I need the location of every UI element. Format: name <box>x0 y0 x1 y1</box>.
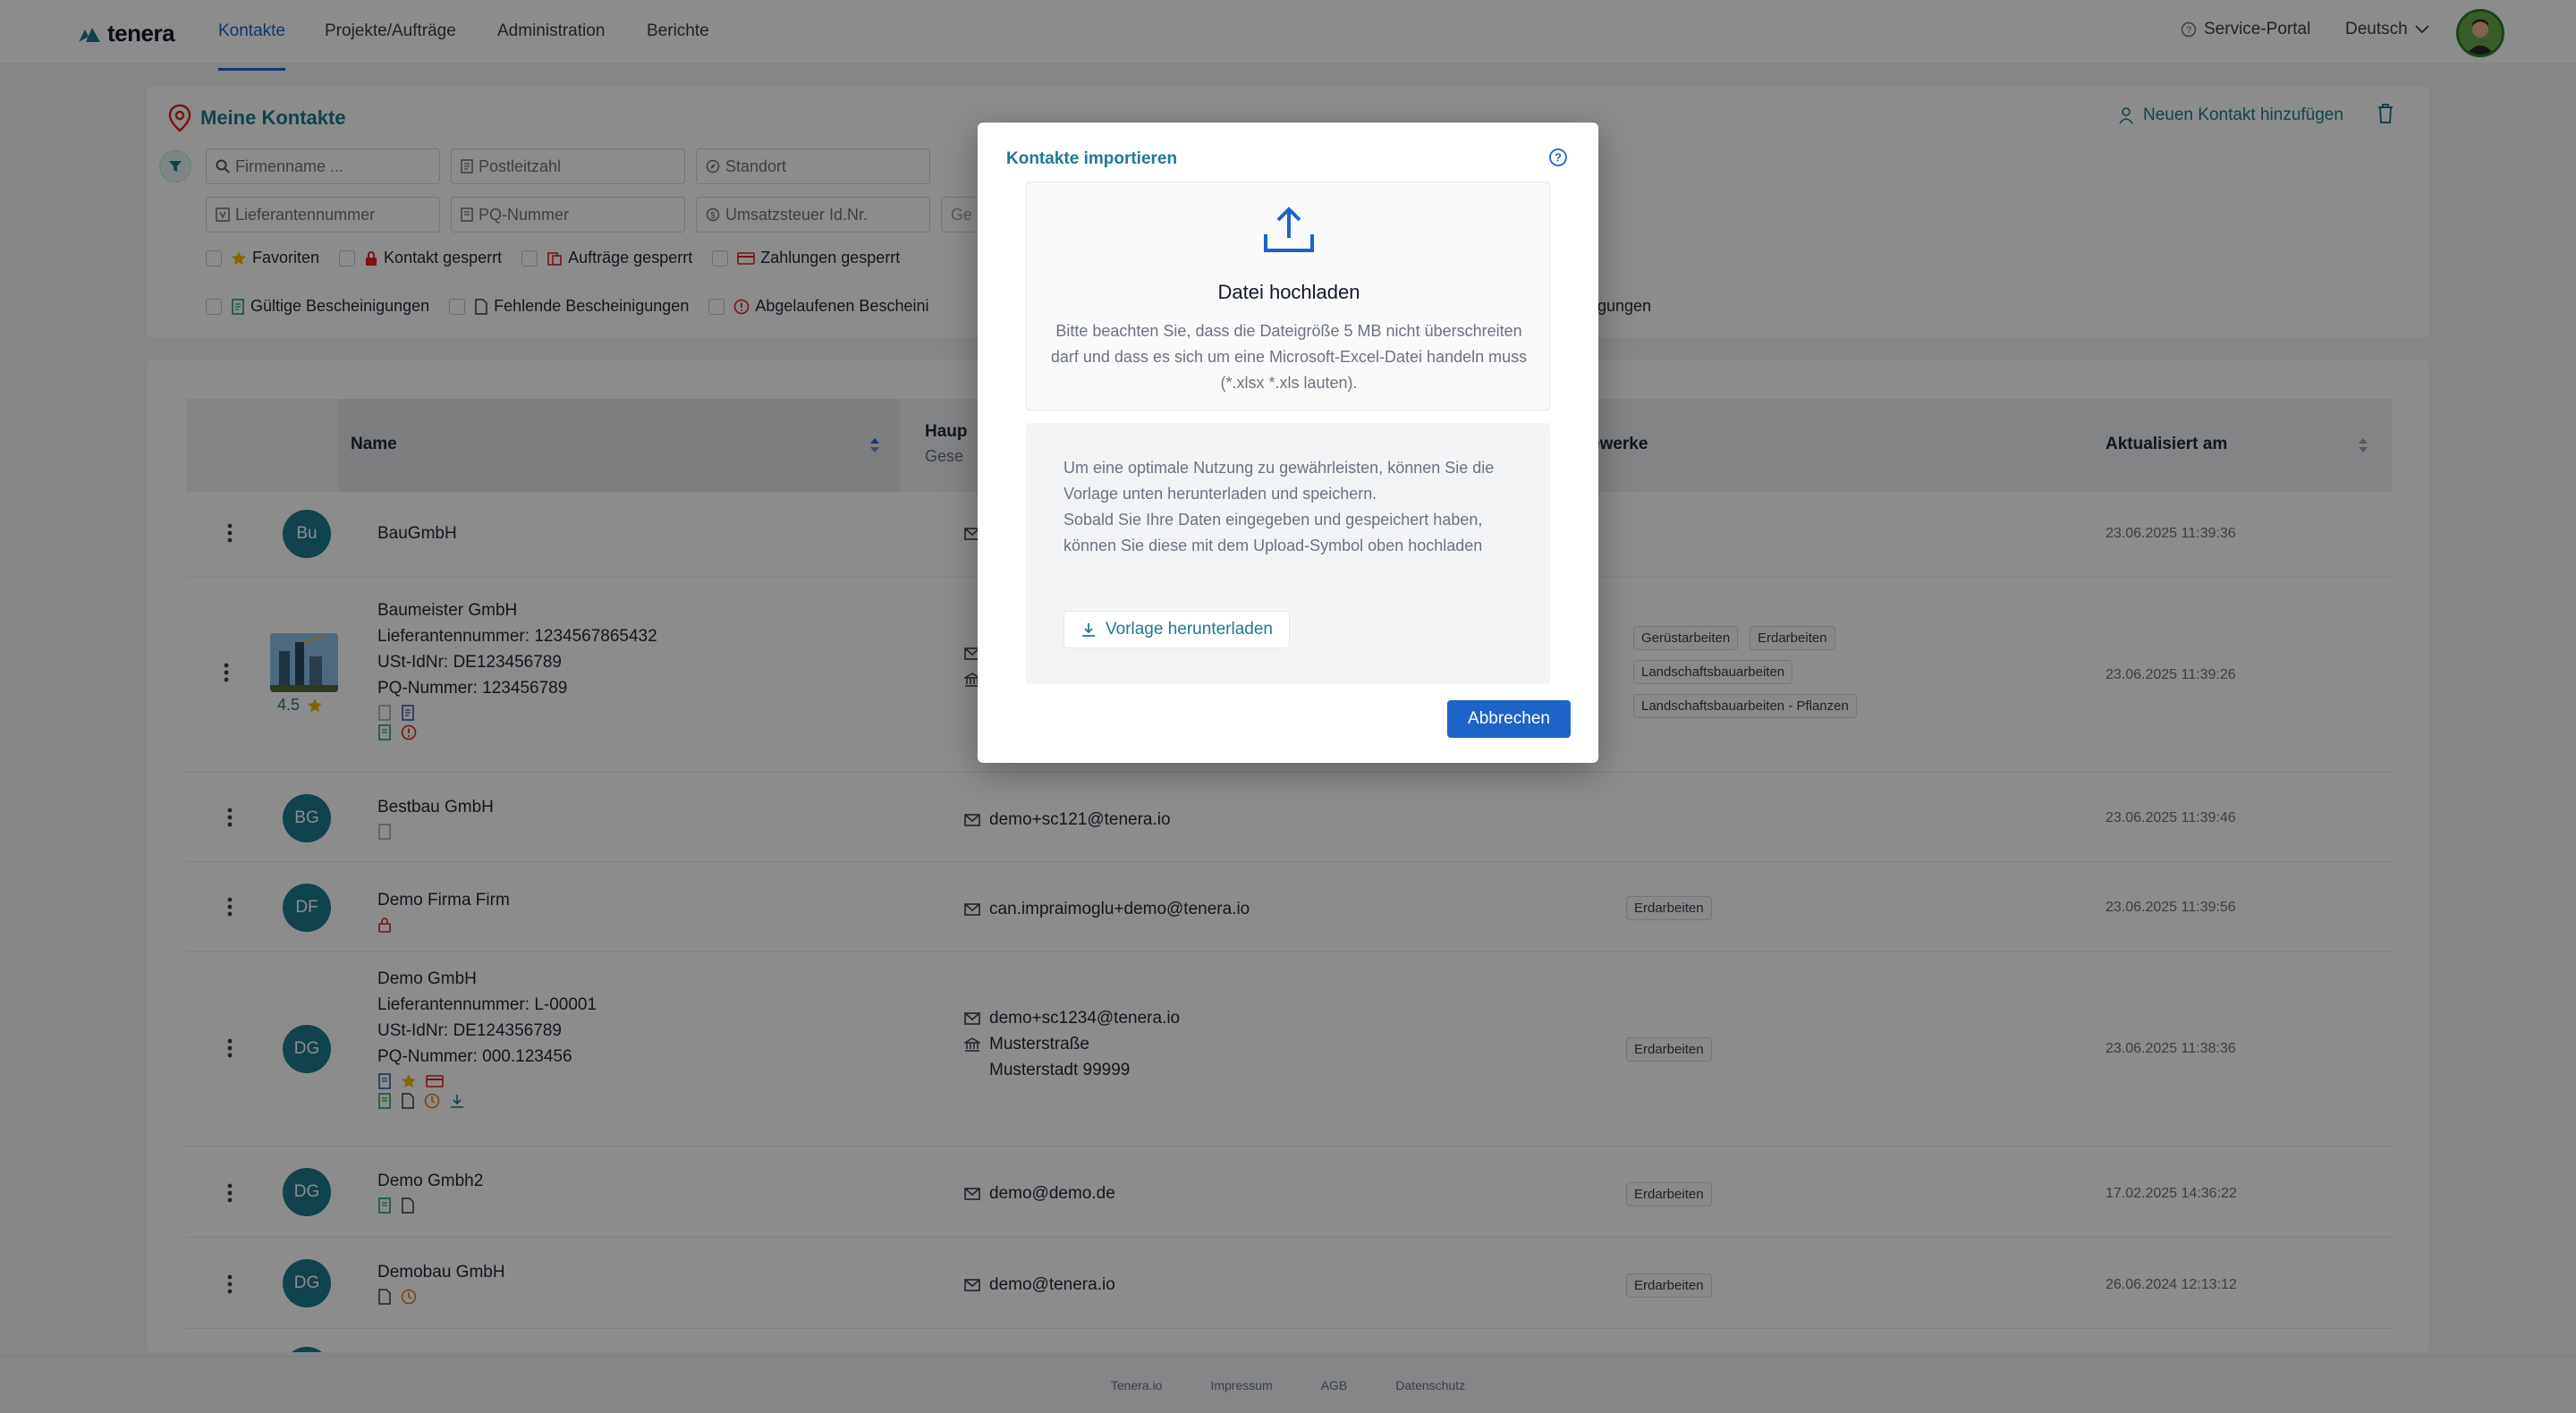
file-upload-dropzone[interactable]: Datei hochladen Bitte beachten Sie, dass… <box>1026 182 1550 410</box>
template-info-text: Um eine optimale Nutzung zu gewährleiste… <box>1063 455 1529 559</box>
info-paragraph-1: Um eine optimale Nutzung zu gewährleiste… <box>1063 459 1495 503</box>
template-info-box: Um eine optimale Nutzung zu gewährleiste… <box>1026 423 1550 684</box>
download-template-button[interactable]: Vorlage herunterladen <box>1063 611 1290 648</box>
upload-title: Datei hochladen <box>1217 281 1360 303</box>
help-circle-icon[interactable]: ? <box>1548 148 1568 167</box>
info-paragraph-2: Sobald Sie Ihre Daten eingegeben und ges… <box>1063 511 1483 554</box>
cancel-button[interactable]: Abbrechen <box>1447 700 1571 738</box>
svg-text:?: ? <box>1555 151 1562 165</box>
import-contacts-dialog: Kontakte importieren ? Datei hochladen B… <box>978 123 1598 763</box>
download-icon <box>1080 622 1097 638</box>
upload-description: Bitte beachten Sie, dass die Dateigröße … <box>1050 322 1528 392</box>
dialog-title: Kontakte importieren <box>1006 149 1178 168</box>
download-template-label: Vorlage herunterladen <box>1106 620 1273 639</box>
upload-icon <box>1263 206 1315 254</box>
